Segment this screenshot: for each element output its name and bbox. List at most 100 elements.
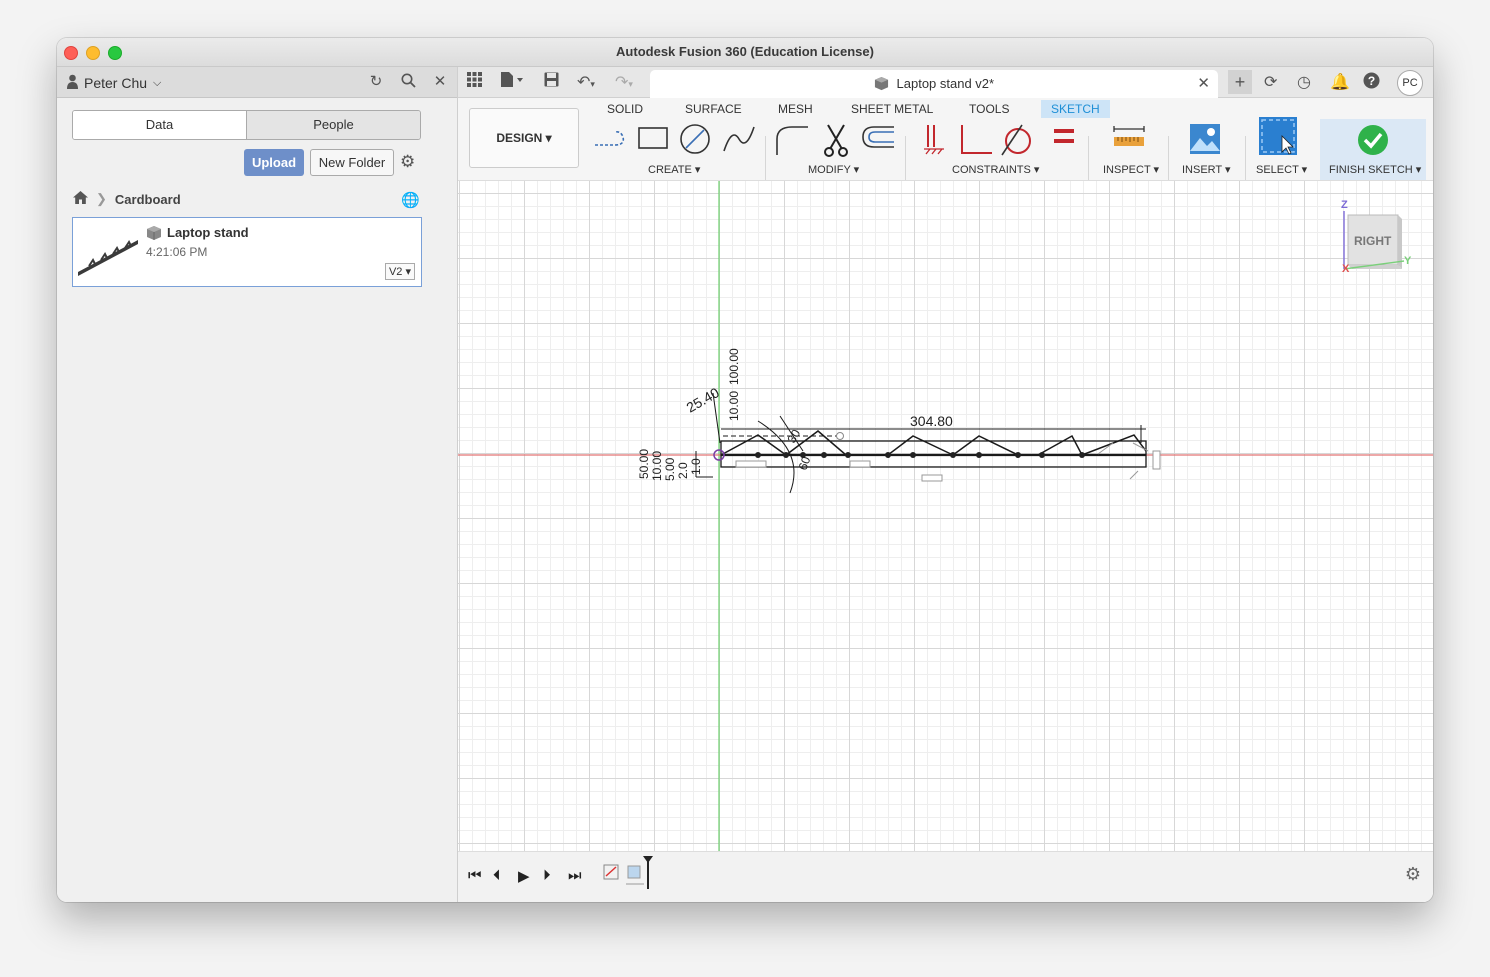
file-time: 4:21:06 PM [146, 245, 208, 259]
application-bar: ↶▾ ↷▾ Laptop stand v2* ✕ + ⟳ ◷ 🔔 ? PC [458, 67, 1433, 98]
file-card[interactable]: Laptop stand 4:21:06 PM V2 ▾ [72, 217, 422, 287]
dim-left-1[interactable]: 50.00 [637, 449, 651, 479]
dim-stack-top[interactable]: 100.00 [727, 348, 741, 385]
refresh-icon[interactable]: ↻ [367, 73, 385, 91]
version-label: V2 [388, 266, 403, 278]
go-to-end-icon[interactable]: ⏭ [568, 867, 582, 884]
insert-image-icon[interactable] [1189, 123, 1221, 155]
tab-sketch[interactable]: SKETCH [1041, 100, 1110, 118]
document-tab[interactable]: Laptop stand v2* ✕ [650, 70, 1218, 98]
file-menu-icon[interactable] [500, 72, 524, 92]
dim-left-3[interactable]: 5.00 [663, 457, 677, 481]
step-forward-icon[interactable]: ⏵ [543, 867, 551, 884]
gear-icon[interactable]: ⚙ [400, 152, 415, 172]
data-panel: Peter Chu ⌵ ↻ ✕ Data People Upload New F… [57, 67, 458, 902]
workspace-switcher[interactable]: DESIGN ▾ [469, 108, 579, 168]
dim-stack-vertical[interactable]: 10.00 [727, 391, 741, 421]
close-window-button[interactable] [64, 46, 78, 60]
dim-length[interactable]: 304.80 [910, 413, 953, 429]
version-dropdown[interactable]: V2 ▾ [384, 263, 415, 280]
redo-icon[interactable]: ↷▾ [615, 72, 633, 92]
person-icon [67, 74, 78, 92]
tab-surface[interactable]: SURFACE [685, 102, 742, 116]
upload-button[interactable]: Upload [244, 149, 304, 176]
create-menu[interactable]: CREATE ▾ [648, 163, 700, 176]
zoom-window-button[interactable] [108, 46, 122, 60]
dim-angle-b[interactable]: 60 [796, 454, 814, 472]
file-name: Laptop stand [167, 225, 249, 240]
tab-mesh[interactable]: MESH [778, 102, 813, 116]
document-title: Laptop stand v2* [896, 76, 995, 91]
grid-menu-icon[interactable] [467, 72, 482, 92]
settings-gear-icon[interactable]: ⚙ [1405, 864, 1421, 885]
tab-sheet-metal[interactable]: SHEET METAL [851, 102, 933, 116]
measure-ruler-icon[interactable] [1112, 123, 1146, 153]
spline-tool-icon[interactable] [722, 123, 756, 155]
step-back-icon[interactable]: ⏴ [493, 867, 501, 884]
sketch-feature-icon[interactable] [603, 862, 621, 882]
create-label: CREATE [648, 164, 692, 176]
view-cube[interactable]: RIGHT Z X Y [1338, 199, 1411, 275]
sketch-drawing[interactable]: 304.80 25.40 10.00 100.00 50.00 10.00 5.… [458, 181, 1433, 853]
sketch-point-open [836, 432, 844, 440]
search-icon[interactable] [399, 73, 417, 91]
circle-tool-icon[interactable] [678, 123, 714, 157]
tab-people[interactable]: People [246, 111, 420, 139]
tab-solid[interactable]: SOLID [607, 102, 643, 116]
play-icon[interactable]: ▶ [518, 867, 530, 885]
notifications-icon[interactable]: 🔔 [1330, 72, 1350, 92]
close-tab-icon[interactable]: ✕ [1197, 70, 1210, 98]
insert-label: INSERT [1182, 164, 1222, 176]
inspect-menu[interactable]: INSPECT ▾ [1103, 163, 1159, 176]
dim-angle-top[interactable]: 25.40 [684, 384, 723, 415]
trim-scissors-icon[interactable] [820, 123, 852, 159]
minimize-window-button[interactable] [86, 46, 100, 60]
coincident-constraint-icon[interactable] [922, 123, 946, 157]
perpendicular-constraint-icon[interactable] [958, 123, 994, 157]
divider [905, 136, 906, 180]
timeline-marker[interactable] [642, 855, 654, 889]
avatar[interactable]: PC [1397, 70, 1423, 96]
tangent-constraint-icon[interactable] [1000, 123, 1036, 157]
line-tool-icon[interactable] [593, 123, 629, 153]
go-to-start-icon[interactable]: ⏮ [468, 867, 482, 884]
select-menu[interactable]: SELECT ▾ [1256, 163, 1307, 176]
job-status-icon[interactable]: ◷ [1297, 72, 1311, 92]
equal-constraint-icon[interactable] [1052, 123, 1076, 153]
dim-left-5[interactable]: 1.0 [689, 458, 703, 475]
tab-tools[interactable]: TOOLS [969, 102, 1009, 116]
rectangle-tool-icon[interactable] [636, 123, 670, 153]
component-icon [874, 73, 889, 101]
offset-tool-icon[interactable] [860, 123, 896, 153]
undo-icon[interactable]: ↶▾ [577, 72, 595, 92]
save-icon[interactable] [544, 72, 559, 92]
axis-z-label: Z [1341, 199, 1348, 211]
close-panel-icon[interactable]: ✕ [431, 73, 449, 91]
home-icon[interactable] [73, 191, 88, 207]
data-people-toggle: Data People [72, 110, 421, 140]
tab-data[interactable]: Data [73, 111, 246, 139]
user-name: Peter Chu [84, 75, 148, 91]
help-icon[interactable]: ? [1363, 72, 1380, 94]
app-window: Autodesk Fusion 360 (Education License) … [57, 38, 1433, 902]
fillet-tool-icon[interactable] [774, 123, 810, 157]
constraints-menu[interactable]: CONSTRAINTS ▾ [952, 163, 1039, 176]
user-menu[interactable]: Peter Chu ⌵ [67, 74, 161, 92]
finish-sketch-button[interactable]: FINISH SKETCH ▾ [1320, 119, 1426, 180]
new-folder-button[interactable]: New Folder [310, 149, 394, 176]
modify-menu[interactable]: MODIFY ▾ [808, 163, 859, 176]
toolbar-ribbon: DESIGN ▾ SOLID SURFACE MESH SHEET METAL … [458, 98, 1433, 181]
extensions-icon[interactable]: ⟳ [1264, 72, 1277, 92]
breadcrumb-folder[interactable]: Cardboard [115, 192, 181, 207]
new-tab-icon[interactable]: + [1228, 70, 1252, 94]
sketch-canvas[interactable]: 304.80 25.40 10.00 100.00 50.00 10.00 5.… [458, 181, 1433, 853]
select-tool-icon[interactable] [1258, 116, 1298, 156]
insert-menu[interactable]: INSERT ▾ [1182, 163, 1231, 176]
window-controls [64, 46, 122, 60]
globe-icon[interactable]: 🌐 [401, 191, 420, 209]
divider [1245, 136, 1246, 180]
dim-left-2[interactable]: 10.00 [650, 451, 664, 481]
dim-left-4[interactable]: 2.0 [676, 462, 690, 479]
dimension-labels: 304.80 25.40 10.00 100.00 50.00 10.00 5.… [637, 348, 953, 481]
viewcube-face[interactable]: RIGHT [1354, 234, 1391, 248]
